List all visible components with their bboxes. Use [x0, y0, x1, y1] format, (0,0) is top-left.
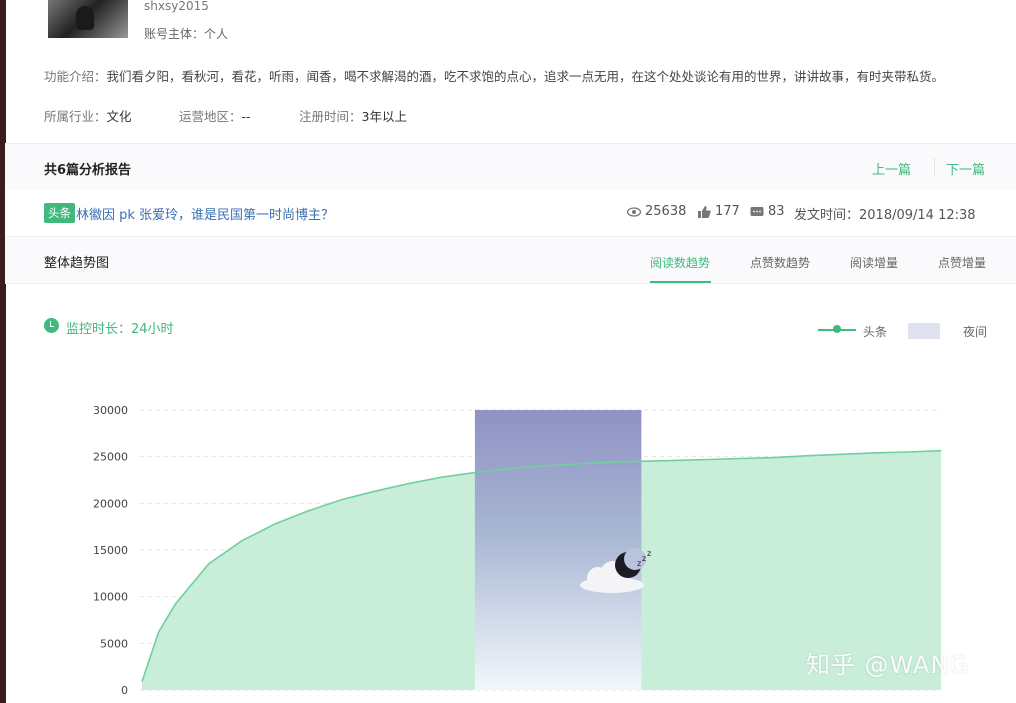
svg-text:z: z: [642, 554, 646, 563]
article-title-link[interactable]: 林徽因 pk 张爱玲，谁是民国第一时尚博主？: [76, 204, 334, 223]
svg-text:z: z: [637, 559, 641, 568]
registered-time: 注册时间：3年以上: [299, 106, 407, 125]
clock-icon: [44, 318, 59, 333]
next-report-link[interactable]: 下一篇: [946, 159, 985, 178]
comment-count: 83: [750, 204, 785, 219]
read-count-value: 25638: [645, 204, 687, 219]
account-subject-label: 账号主体：: [144, 27, 205, 41]
y-tick-label: 25000: [93, 451, 128, 464]
publish-time-value: 2018/09/14 12:38: [859, 208, 976, 223]
industry: 所属行业：文化: [44, 106, 132, 125]
y-axis-ticks: 30000 25000 20000 15000 10000 5000 0: [93, 404, 128, 697]
tab-like-trend[interactable]: 点赞数趋势: [750, 254, 810, 271]
article-row: 头条 林徽因 pk 张爱玲，谁是民国第一时尚博主？ 25638 177 83 发…: [5, 190, 1016, 237]
eye-icon: [626, 206, 642, 217]
monitor-duration: 监控时长：24小时: [66, 322, 174, 337]
prev-report-link[interactable]: 上一篇: [872, 159, 911, 178]
account-subject: 账号主体：个人: [144, 25, 228, 42]
y-tick-label: 10000: [93, 591, 128, 604]
description-label: 功能介绍：: [44, 69, 107, 84]
thumb-up-icon: [698, 205, 711, 218]
reports-bar: 共6篇分析报告 上一篇 下一篇: [5, 143, 1016, 191]
y-tick-label: 15000: [93, 544, 128, 557]
avatar: [48, 0, 128, 38]
comment-icon: [750, 206, 764, 216]
like-count-value: 177: [715, 204, 740, 219]
account-subject-value: 个人: [204, 27, 229, 41]
y-tick-label: 20000: [93, 497, 128, 510]
trend-bar: 整体趋势图 阅读数趋势 点赞数趋势 阅读增量 点赞增量: [5, 237, 1016, 284]
description-text: 我们看夕阳，看秋河，看花，听雨，闻香，喝不求解渴的酒，吃不求饱的点心，追求一点无…: [106, 69, 945, 84]
comment-count-value: 83: [768, 204, 785, 219]
account-name: shxsy2015: [144, 0, 209, 13]
nav-divider: [934, 158, 935, 176]
trend-title: 整体趋势图: [44, 256, 110, 271]
night-band: [474, 410, 642, 690]
watermark: 知乎 @WANG: [806, 651, 970, 679]
industry-value: 文化: [106, 109, 132, 124]
article-tag: 头条: [44, 203, 75, 223]
publish-time: 发文时间：2018/09/14 12:38: [794, 204, 976, 223]
like-count: 177: [698, 204, 740, 219]
region-label: 运营地区：: [179, 109, 242, 124]
registered-value: 3年以上: [361, 109, 407, 124]
legend-night-label[interactable]: 夜间: [963, 323, 987, 340]
region-value: --: [241, 109, 251, 124]
legend-series-marker: [833, 325, 841, 333]
account-description: 功能介绍：我们看夕阳，看秋河，看花，听雨，闻香，喝不求解渴的酒，吃不求饱的点心，…: [44, 66, 944, 85]
legend-night-swatch: [908, 323, 940, 339]
industry-label: 所属行业：: [44, 109, 107, 124]
tab-read-trend[interactable]: 阅读数趋势: [650, 254, 710, 271]
legend-series-label[interactable]: 头条: [863, 323, 887, 340]
avatar-figure: [76, 6, 94, 30]
y-tick-label: 30000: [93, 404, 128, 417]
y-tick-label: 0: [121, 684, 128, 697]
reports-title: 共6篇分析报告: [44, 163, 132, 178]
registered-label: 注册时间：: [299, 109, 362, 124]
region: 运营地区：--: [179, 106, 251, 125]
tab-read-increment[interactable]: 阅读增量: [850, 254, 898, 271]
y-tick-label: 5000: [100, 637, 128, 650]
publish-time-label: 发文时间：: [794, 208, 860, 223]
read-count: 25638: [626, 204, 687, 219]
tab-like-increment[interactable]: 点赞增量: [938, 254, 986, 271]
active-tab-indicator: [650, 281, 711, 283]
svg-text:z: z: [647, 549, 651, 558]
